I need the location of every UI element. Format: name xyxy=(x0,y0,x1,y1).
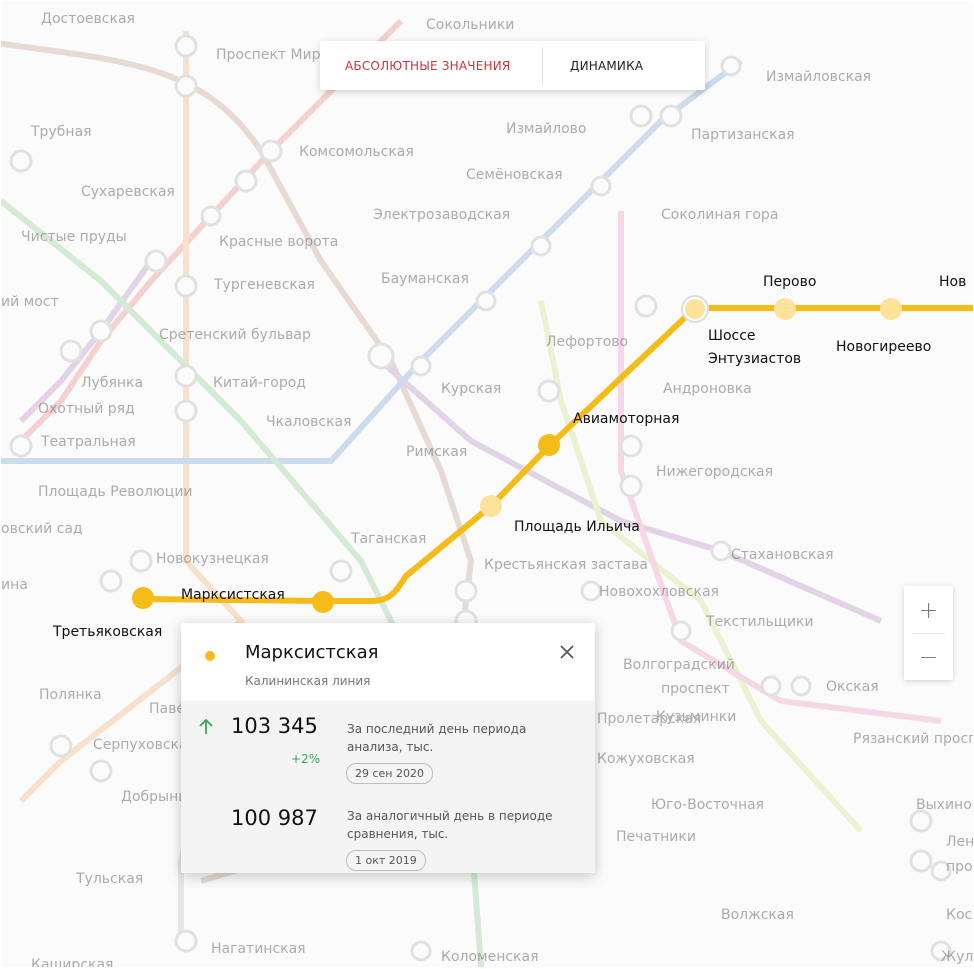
station-label: Сретенский бульвар xyxy=(159,327,311,343)
station-label: Соколиная гора xyxy=(661,207,778,223)
station-label: Крестьянская застава xyxy=(484,557,648,573)
card-body: 103 345 +2% За последний день периода ан… xyxy=(181,701,595,873)
station-label: Измайлово xyxy=(506,121,587,137)
close-icon[interactable] xyxy=(556,641,578,663)
station-label: Кожуховская xyxy=(597,751,695,767)
station-label-aviamotornaya: Авиамоторная xyxy=(573,411,679,427)
station-label: Курская xyxy=(441,381,501,397)
station-label: Нижегородская xyxy=(656,464,773,480)
station-info-card: Марксистская Калининская линия 103 345 +… xyxy=(181,623,595,873)
station-label: Выхино xyxy=(916,797,972,813)
station-label: Китай-город xyxy=(213,375,306,391)
station-label: Чкаловская xyxy=(266,414,352,430)
station-label: Юго-Восточная xyxy=(651,797,764,813)
station-label: Косино xyxy=(946,907,973,923)
station-title: Марксистская xyxy=(245,642,379,663)
station-label: Рязанский проспект xyxy=(853,731,973,747)
station-label: Текстильщики xyxy=(705,614,814,630)
station-label: Коломенская xyxy=(441,949,539,965)
station-label: овский сад xyxy=(1,521,83,537)
station-label: Новокузнецкая xyxy=(156,551,269,567)
station-label-novogireevo: Новогиреево xyxy=(836,339,931,355)
station-label-shosse: Шоссе xyxy=(708,328,756,344)
station-label: Пролетарская xyxy=(597,711,701,727)
station-label-marksistskaya: Марксистская xyxy=(181,587,285,603)
station-label: Каширская xyxy=(31,957,113,967)
station-label-ploshchad-ilicha: Площадь Ильича xyxy=(514,519,640,535)
line-name: Калининская линия xyxy=(245,674,371,688)
station-label: Измайловская xyxy=(766,69,871,85)
station-label: Лубянка xyxy=(81,375,143,391)
station-label: Охотный ряд xyxy=(38,401,135,417)
mode-tabs: АБСОЛЮТНЫЕ ЗНАЧЕНИЯ ДИНАМИКА xyxy=(320,41,705,90)
tab-absolute-values[interactable]: АБСОЛЮТНЫЕ ЗНАЧЕНИЯ xyxy=(320,59,542,73)
station-label: Волгоградский xyxy=(623,657,735,673)
map-stage[interactable]: Достоевская Проспект Мира Сокольники Изм… xyxy=(1,1,973,967)
station-label-entuziastov: Энтузиастов xyxy=(708,351,801,367)
current-value: 103 345 xyxy=(231,714,318,738)
station-label: Бауманская xyxy=(381,271,469,287)
station-label: Электрозаводская xyxy=(373,207,510,223)
station-label: Театральная xyxy=(40,434,136,450)
station-label: Волжская xyxy=(721,907,794,923)
zoom-in-button[interactable]: + xyxy=(904,586,953,633)
station-label: Андроновка xyxy=(663,381,752,397)
station-label: ий мост xyxy=(1,294,59,310)
station-label: Достоевская xyxy=(41,11,135,27)
station-label: Полянка xyxy=(39,687,102,703)
comparison-date-badge: 1 окт 2019 xyxy=(346,850,426,871)
station-label: Лефортово xyxy=(546,334,628,350)
station-label: Стахановская xyxy=(731,547,834,563)
station-label: Красные ворота xyxy=(219,234,338,250)
station-label: Окская xyxy=(826,679,879,695)
station-label: Проспект Мира xyxy=(216,47,329,63)
station-label: ина xyxy=(1,577,28,593)
change-percent: +2% xyxy=(291,752,321,766)
line-color-dot xyxy=(205,651,215,661)
station-label: Тургеневская xyxy=(213,277,315,293)
comparison-row: 100 987 За аналогичный день в периоде ср… xyxy=(181,793,595,873)
station-label: Таганская xyxy=(350,531,426,547)
station-label: Сокольники xyxy=(426,17,514,33)
arrow-up-icon xyxy=(199,718,213,740)
current-date-badge: 29 сен 2020 xyxy=(346,763,433,784)
station-label: Площадь Революции xyxy=(38,484,193,500)
current-period-row: 103 345 +2% За последний день периода ан… xyxy=(181,701,595,793)
station-label: Ленинский xyxy=(946,834,973,850)
station-label-perovo: Перово xyxy=(763,274,816,290)
station-label: Новохохловская xyxy=(599,584,719,600)
station-label: Семёновская xyxy=(466,167,563,183)
zoom-out-button[interactable]: − xyxy=(904,633,953,680)
comparison-value: 100 987 xyxy=(231,806,318,830)
station-label: Трубная xyxy=(30,124,92,140)
station-label: Жулебино xyxy=(941,949,973,965)
station-label: проспект xyxy=(661,681,730,697)
tab-dynamics[interactable]: ДИНАМИКА xyxy=(543,59,643,73)
station-label: Чистые пруды xyxy=(21,229,127,245)
station-label: Сухаревская xyxy=(81,184,175,200)
current-description: За последний день периода анализа, тыс. xyxy=(347,722,527,754)
zoom-control: + − xyxy=(904,586,953,680)
card-header: Марксистская Калининская линия xyxy=(181,623,595,701)
station-label: проспект xyxy=(946,859,973,875)
station-label: Римская xyxy=(406,444,467,460)
station-label: Нагатинская xyxy=(211,941,306,957)
comparison-description: За аналогичный день в периоде сравнения,… xyxy=(347,809,553,841)
station-label: Тульская xyxy=(75,871,143,887)
station-label-tretyakovskaya: Третьяковская xyxy=(52,624,162,640)
station-label: Партизанская xyxy=(691,127,795,143)
station-label: Печатники xyxy=(616,829,696,845)
station-label: Комсомольская xyxy=(299,144,414,160)
station-label-nov: Нов xyxy=(939,274,966,290)
